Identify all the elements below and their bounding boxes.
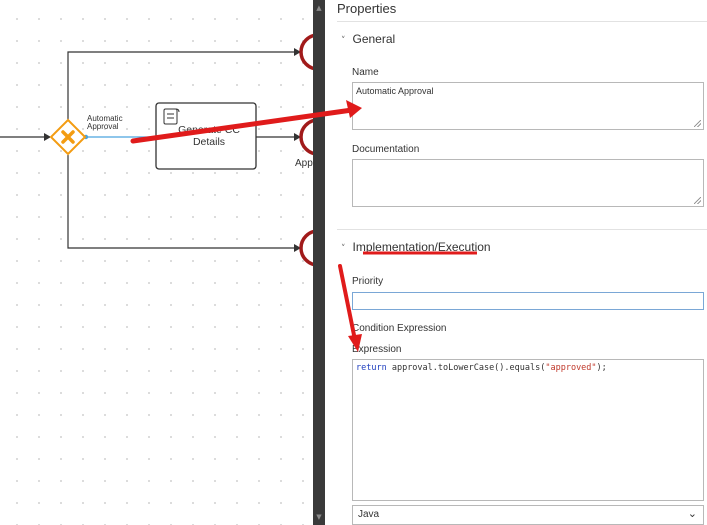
scroll-up-arrow-icon[interactable]: ▲ (313, 2, 325, 14)
language-select[interactable]: Java ⌄ (352, 505, 704, 525)
canvas-panel-scrollbar[interactable]: ▲ ▼ (313, 0, 325, 525)
expression-label: Expression (352, 344, 402, 355)
scroll-down-arrow-icon[interactable]: ▼ (313, 511, 325, 523)
language-value: Java (358, 509, 380, 520)
priority-field[interactable] (352, 292, 704, 310)
code-token: approval.toLowerCase().equals( (386, 363, 546, 373)
panel-title: Properties (337, 1, 397, 16)
string-token: "approved" (545, 363, 597, 373)
code-end-token: ); (596, 363, 607, 373)
end-event-bottom[interactable] (299, 229, 313, 267)
end-event-middle[interactable] (299, 118, 313, 156)
name-label: Name (352, 67, 379, 78)
expression-editor[interactable]: return approval.toLowerCase().equals("ap… (352, 359, 704, 501)
process-diagram-canvas[interactable]: Automatic Approval Generate CC Details App (0, 0, 313, 525)
partial-end-label: App (295, 158, 313, 169)
chevron-down-icon: ˅ (341, 244, 346, 254)
general-section-label: General (352, 32, 396, 46)
condition-expression-label: Condition Expression (352, 323, 447, 334)
keyword-token: return (356, 363, 387, 373)
section-divider (337, 229, 707, 230)
general-section-header[interactable]: ˅ General (341, 32, 395, 46)
end-event-top[interactable] (299, 33, 313, 71)
diagram-svg: Automatic Approval Generate CC Details App (0, 33, 313, 267)
implementation-section-label: Implementation/Execution (352, 240, 491, 254)
name-field[interactable]: Automatic Approval (352, 82, 704, 130)
chevron-down-icon: ˅ (341, 36, 346, 46)
priority-label: Priority (352, 276, 384, 287)
chevron-down-icon: ⌄ (687, 507, 697, 520)
title-divider (337, 21, 707, 22)
properties-panel: Properties ˅ General Name Automatic Appro… (325, 0, 707, 525)
resize-grip-icon[interactable] (694, 120, 701, 127)
resize-grip-icon[interactable] (694, 197, 701, 204)
documentation-field[interactable] (352, 159, 704, 207)
gateway-label-text: Automatic Approval (87, 114, 123, 131)
implementation-section-header[interactable]: ˅ Implementation/Execution (341, 240, 491, 254)
name-value: Automatic Approval (356, 86, 434, 96)
documentation-label: Documentation (352, 144, 420, 155)
